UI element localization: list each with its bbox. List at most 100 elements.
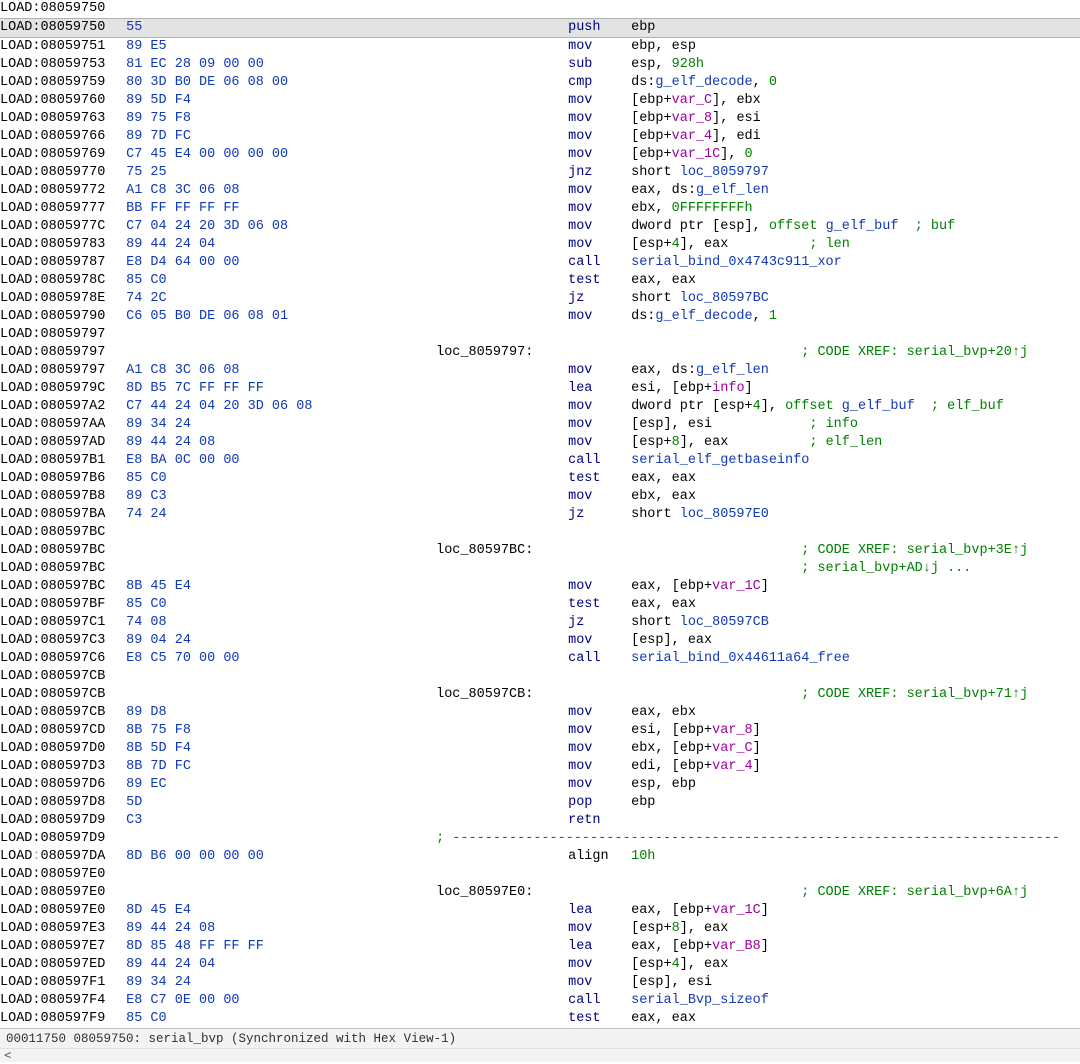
asm-line[interactable]: LOAD:080597BC 8B 45 E4moveax, [ebp+var_1…	[0, 578, 1080, 596]
asm-line[interactable]: LOAD:080597D0 8B 5D F4movebx, [ebp+var_C…	[0, 740, 1080, 758]
opcode-bytes: E8 BA 0C 00 00	[126, 453, 239, 468]
segment-address: LOAD:08059772	[0, 182, 118, 200]
asm-line[interactable]: LOAD:080597C3 89 04 24mov[esp], eax	[0, 632, 1080, 650]
code-label[interactable]: loc_80597E0:	[436, 885, 533, 900]
opcode-bytes: 81 EC 28 09 00 00	[126, 57, 264, 72]
segment-address: LOAD:08059797	[0, 362, 118, 380]
opcode-bytes: 55	[126, 20, 142, 35]
asm-line[interactable]: LOAD:08059753 81 EC 28 09 00 00subesp, 9…	[0, 56, 1080, 74]
asm-line[interactable]: LOAD:080597E3 89 44 24 08mov[esp+8], eax	[0, 920, 1080, 938]
operands: serial_bind_0x4743c911_xor	[631, 255, 842, 270]
mnemonic: mov	[568, 236, 631, 254]
mnemonic: mov	[568, 182, 631, 200]
asm-line[interactable]: LOAD:0805978C 85 C0testeax, eax	[0, 272, 1080, 290]
segment-address: LOAD:080597A2	[0, 398, 118, 416]
asm-line[interactable]: LOAD:080597E0 loc_80597E0: ; CODE XREF: …	[0, 884, 1080, 902]
asm-line[interactable]: LOAD:080597AD 89 44 24 08mov[esp+8], eax…	[0, 434, 1080, 452]
asm-line[interactable]: LOAD:080597CB 89 D8moveax, ebx	[0, 704, 1080, 722]
asm-line[interactable]: LOAD:080597BC loc_80597BC: ; CODE XREF: …	[0, 542, 1080, 560]
asm-line[interactable]: LOAD:080597BF 85 C0testeax, eax	[0, 596, 1080, 614]
asm-line[interactable]: LOAD:080597DA 8D B6 00 00 00 00align10h	[0, 848, 1080, 866]
asm-line[interactable]: LOAD:080597ED 89 44 24 04mov[esp+4], eax	[0, 956, 1080, 974]
operands: eax, [ebp+var_1C]	[631, 903, 769, 918]
operands: [esp], esi	[631, 417, 712, 432]
asm-line[interactable]: LOAD:08059777 BB FF FF FF FFmovebx, 0FFF…	[0, 200, 1080, 218]
asm-line[interactable]: LOAD:08059797 A1 C8 3C 06 08moveax, ds:g…	[0, 362, 1080, 380]
disassembly-listing[interactable]: LOAD:08059750 LOAD:08059750 55pushebpLOA…	[0, 0, 1080, 1028]
asm-line[interactable]: LOAD:080597B1 E8 BA 0C 00 00callserial_e…	[0, 452, 1080, 470]
opcode-bytes: 5D	[126, 795, 142, 810]
asm-line[interactable]: LOAD:080597CB	[0, 668, 1080, 686]
code-label[interactable]: loc_80597BC:	[436, 543, 533, 558]
asm-line[interactable]: LOAD:080597F1 89 34 24mov[esp], esi	[0, 974, 1080, 992]
asm-line[interactable]: LOAD:08059766 89 7D FCmov[ebp+var_4], ed…	[0, 128, 1080, 146]
asm-line[interactable]: LOAD:08059797	[0, 326, 1080, 344]
operands: short loc_80597BC	[631, 291, 769, 306]
asm-line[interactable]: LOAD:080597B6 85 C0testeax, eax	[0, 470, 1080, 488]
mnemonic: mov	[568, 38, 631, 56]
asm-line[interactable]: LOAD:08059763 89 75 F8mov[ebp+var_8], es…	[0, 110, 1080, 128]
segment-address: LOAD:080597BC	[0, 560, 118, 578]
asm-line[interactable]: LOAD:080597CD 8B 75 F8movesi, [ebp+var_8…	[0, 722, 1080, 740]
mnemonic: mov	[568, 128, 631, 146]
nav-chevron[interactable]: <	[0, 1048, 1080, 1062]
xref-comment[interactable]: ; serial_bvp+AD↓j ...	[801, 561, 971, 576]
opcode-bytes: 80 3D B0 DE 06 08 00	[126, 75, 288, 90]
asm-line[interactable]: LOAD:080597C6 E8 C5 70 00 00callserial_b…	[0, 650, 1080, 668]
segment-address: LOAD:080597BC	[0, 578, 118, 596]
asm-line[interactable]: LOAD:08059790 C6 05 B0 DE 06 08 01movds:…	[0, 308, 1080, 326]
xref-comment[interactable]: ; CODE XREF: serial_bvp+3E↑j	[801, 543, 1028, 558]
asm-line[interactable]: LOAD:0805979C 8D B5 7C FF FF FFleaesi, […	[0, 380, 1080, 398]
asm-line[interactable]: LOAD:08059750	[0, 0, 1080, 18]
asm-line[interactable]: LOAD:0805978E 74 2Cjzshort loc_80597BC	[0, 290, 1080, 308]
asm-line[interactable]: LOAD:080597BA 74 24jzshort loc_80597E0	[0, 506, 1080, 524]
operands: [esp+4], eax	[631, 957, 728, 972]
asm-line[interactable]: LOAD:08059759 80 3D B0 DE 06 08 00cmpds:…	[0, 74, 1080, 92]
asm-line[interactable]: LOAD:080597D3 8B 7D FCmovedi, [ebp+var_4…	[0, 758, 1080, 776]
asm-line[interactable]: LOAD:080597E0 8D 45 E4leaeax, [ebp+var_1…	[0, 902, 1080, 920]
asm-line[interactable]: LOAD:080597D9 C3retn	[0, 812, 1080, 830]
segment-address: LOAD:08059797	[0, 344, 118, 362]
xref-comment[interactable]: ; CODE XREF: serial_bvp+20↑j	[801, 345, 1028, 360]
asm-line[interactable]: LOAD:0805977C C7 04 24 20 3D 06 08movdwo…	[0, 218, 1080, 236]
asm-line[interactable]: LOAD:080597D8 5Dpopebp	[0, 794, 1080, 812]
asm-line[interactable]: LOAD:080597BC	[0, 524, 1080, 542]
asm-line[interactable]: LOAD:080597E0	[0, 866, 1080, 884]
code-label[interactable]: loc_80597CB:	[436, 687, 533, 702]
asm-line[interactable]: LOAD:08059770 75 25jnzshort loc_8059797	[0, 164, 1080, 182]
operands: [ebp+var_8], esi	[631, 111, 761, 126]
asm-line[interactable]: LOAD:08059772 A1 C8 3C 06 08moveax, ds:g…	[0, 182, 1080, 200]
asm-line[interactable]: LOAD:080597CB loc_80597CB: ; CODE XREF: …	[0, 686, 1080, 704]
opcode-bytes: 74 24	[126, 507, 167, 522]
opcode-bytes: 74 2C	[126, 291, 167, 306]
asm-line[interactable]: LOAD:08059751 89 E5movebp, esp	[0, 38, 1080, 56]
xref-comment[interactable]: ; CODE XREF: serial_bvp+71↑j	[801, 687, 1028, 702]
asm-line[interactable]: LOAD:080597A2 C7 44 24 04 20 3D 06 08mov…	[0, 398, 1080, 416]
code-label[interactable]: loc_8059797:	[436, 345, 533, 360]
xref-comment[interactable]: ; CODE XREF: serial_bvp+6A↑j	[801, 885, 1028, 900]
operands: eax, eax	[631, 597, 696, 612]
opcode-bytes: 85 C0	[126, 471, 167, 486]
asm-line[interactable]: LOAD:080597F9 85 C0testeax, eax	[0, 1010, 1080, 1028]
asm-line[interactable]: LOAD:08059750 55pushebp	[0, 18, 1080, 38]
asm-line[interactable]: LOAD:08059760 89 5D F4mov[ebp+var_C], eb…	[0, 92, 1080, 110]
segment-address: LOAD:080597D3	[0, 758, 118, 776]
mnemonic: call	[568, 992, 631, 1010]
mnemonic: call	[568, 452, 631, 470]
segment-address: LOAD:080597E0	[0, 866, 118, 884]
asm-line[interactable]: LOAD:080597D9 ; ------------------------…	[0, 830, 1080, 848]
asm-line[interactable]: LOAD:080597B8 89 C3movebx, eax	[0, 488, 1080, 506]
asm-line[interactable]: LOAD:080597AA 89 34 24mov[esp], esi ; in…	[0, 416, 1080, 434]
segment-address: LOAD:080597D9	[0, 812, 118, 830]
asm-line[interactable]: LOAD:08059797 loc_8059797: ; CODE XREF: …	[0, 344, 1080, 362]
asm-line[interactable]: LOAD:080597E7 8D 85 48 FF FF FFleaeax, […	[0, 938, 1080, 956]
asm-line[interactable]: LOAD:08059769 C7 45 E4 00 00 00 00mov[eb…	[0, 146, 1080, 164]
asm-line[interactable]: LOAD:080597F4 E8 C7 0E 00 00callserial_B…	[0, 992, 1080, 1010]
asm-line[interactable]: LOAD:080597BC ; serial_bvp+AD↓j ...	[0, 560, 1080, 578]
asm-line[interactable]: LOAD:08059787 E8 D4 64 00 00callserial_b…	[0, 254, 1080, 272]
mnemonic: jz	[568, 614, 631, 632]
asm-line[interactable]: LOAD:080597C1 74 08jzshort loc_80597CB	[0, 614, 1080, 632]
asm-line[interactable]: LOAD:080597D6 89 ECmovesp, ebp	[0, 776, 1080, 794]
opcode-bytes: 8D 85 48 FF FF FF	[126, 939, 264, 954]
asm-line[interactable]: LOAD:08059783 89 44 24 04mov[esp+4], eax…	[0, 236, 1080, 254]
